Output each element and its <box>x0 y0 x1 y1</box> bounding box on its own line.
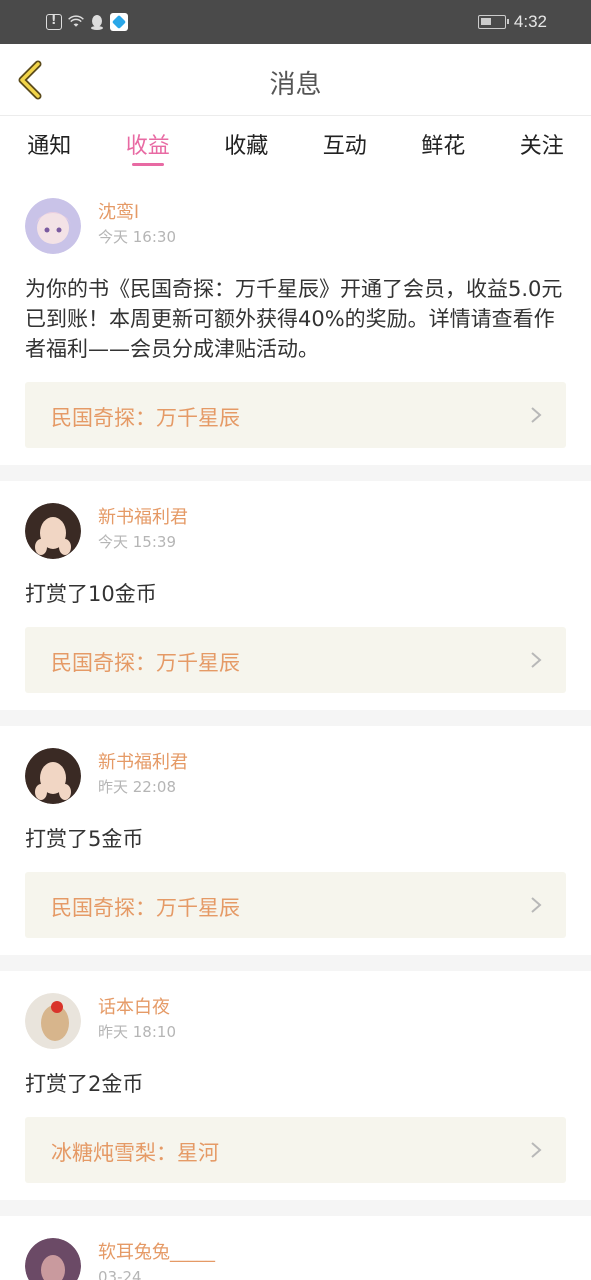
message-card: 软耳兔兔_____ 03-24 <box>0 1216 591 1280</box>
avatar[interactable] <box>25 198 81 254</box>
message-time: 昨天 22:08 <box>98 778 176 796</box>
message-time: 今天 15:39 <box>98 533 176 551</box>
battery-icon <box>477 15 509 29</box>
message-text: 打赏了2金币 <box>25 1072 144 1096</box>
header: 消息 <box>0 44 591 116</box>
message-text: 打赏了5金币 <box>25 827 144 851</box>
user-name[interactable]: 软耳兔兔_____ <box>98 1242 215 1264</box>
book-link[interactable]: 冰糖炖雪梨：星河 <box>25 1117 566 1183</box>
avatar[interactable] <box>25 503 81 559</box>
tab-earnings[interactable]: 收益 <box>99 116 198 176</box>
book-link[interactable]: 民国奇探：万千星辰 <box>25 382 566 448</box>
avatar[interactable] <box>25 1238 81 1280</box>
message-time: 昨天 18:10 <box>98 1023 176 1041</box>
divider <box>0 465 591 481</box>
qq-icon <box>91 15 103 30</box>
book-title: 民国奇探：万千星辰 <box>51 651 240 675</box>
tab-bar: 通知 收益 收藏 互动 鲜花 关注 <box>0 116 591 176</box>
message-time: 今天 16:30 <box>98 228 176 246</box>
message-text: 打赏了10金币 <box>25 582 157 606</box>
book-title: 民国奇探：万千星辰 <box>51 896 240 920</box>
tab-interactions[interactable]: 互动 <box>296 116 395 176</box>
book-title: 民国奇探：万千星辰 <box>51 406 240 430</box>
user-name[interactable]: 话本白夜 <box>98 997 176 1019</box>
message-card: 沈鸾l 今天 16:30 为你的书《民国奇探：万千星辰》开通了会员，收益5.0元… <box>0 176 591 465</box>
status-icons-right: 4:32 <box>477 11 547 33</box>
chevron-right-icon <box>531 897 542 913</box>
tab-flowers[interactable]: 鲜花 <box>394 116 493 176</box>
wifi-icon <box>68 15 84 27</box>
avatar[interactable] <box>25 748 81 804</box>
book-title: 冰糖炖雪梨：星河 <box>51 1141 219 1165</box>
tab-notifications[interactable]: 通知 <box>0 116 99 176</box>
app-icon <box>110 13 128 31</box>
message-card: 新书福利君 今天 15:39 打赏了10金币 民国奇探：万千星辰 <box>0 481 591 710</box>
status-time: 4:32 <box>513 12 547 31</box>
alert-icon <box>46 13 62 30</box>
message-time: 03-24 <box>98 1268 142 1280</box>
message-card: 新书福利君 昨天 22:08 打赏了5金币 民国奇探：万千星辰 <box>0 726 591 955</box>
divider <box>0 1200 591 1216</box>
tab-follows[interactable]: 关注 <box>493 116 591 176</box>
book-link[interactable]: 民国奇探：万千星辰 <box>25 627 566 693</box>
message-card: 话本白夜 昨天 18:10 打赏了2金币 冰糖炖雪梨：星河 <box>0 971 591 1200</box>
page-title: 消息 <box>269 70 322 100</box>
user-name[interactable]: 沈鸾l <box>98 202 176 224</box>
user-name[interactable]: 新书福利君 <box>98 752 188 774</box>
tab-favorites[interactable]: 收藏 <box>197 116 296 176</box>
status-icons-left <box>46 11 128 33</box>
avatar[interactable] <box>25 993 81 1049</box>
chevron-right-icon <box>531 407 542 423</box>
message-feed: 沈鸾l 今天 16:30 为你的书《民国奇探：万千星辰》开通了会员，收益5.0元… <box>0 176 591 1280</box>
book-link[interactable]: 民国奇探：万千星辰 <box>25 872 566 938</box>
chevron-right-icon <box>531 1142 542 1158</box>
divider <box>0 955 591 971</box>
user-name[interactable]: 新书福利君 <box>98 507 188 529</box>
divider <box>0 710 591 726</box>
chevron-right-icon <box>531 652 542 668</box>
message-text: 为你的书《民国奇探：万千星辰》开通了会员，收益5.0元已到账！本周更新可额外获得… <box>25 277 563 361</box>
status-bar: 4:32 <box>0 0 591 44</box>
